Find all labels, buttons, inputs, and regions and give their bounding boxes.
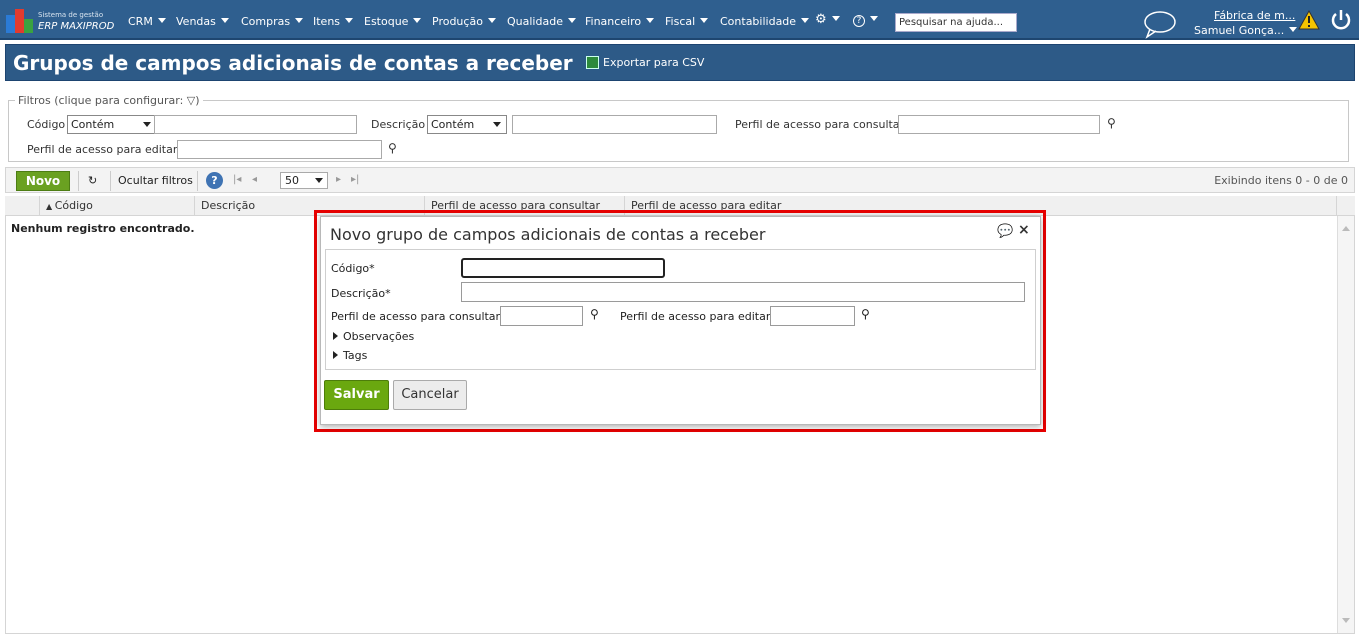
filter-perfil-editar-label: Perfil de acesso para editar (27, 143, 178, 156)
filter-descricao-input[interactable] (512, 115, 717, 134)
display-info: Exibindo itens 0 - 0 de 0 (1214, 174, 1348, 187)
caret-down-icon (413, 18, 422, 23)
menu-crm[interactable]: CRM (128, 15, 166, 28)
first-page-icon[interactable]: |◂ (233, 174, 241, 185)
refresh-icon[interactable]: ↻ (88, 174, 97, 187)
filter-codigo-label: Código (27, 118, 66, 131)
menu-settings[interactable]: ⚙ (815, 12, 840, 27)
caret-down-icon (646, 18, 655, 23)
previous-page-icon[interactable]: ◂ (252, 174, 257, 185)
caret-right-icon (333, 351, 338, 359)
observacoes-toggle[interactable]: Observações (333, 330, 414, 343)
search-icon[interactable]: ⚲ (861, 307, 870, 321)
menu-producao[interactable]: Produção (432, 15, 496, 28)
caret-down-icon (487, 18, 496, 23)
caret-down-icon (1289, 27, 1298, 32)
search-icon[interactable]: ⚲ (388, 141, 397, 155)
page-title-bar: Grupos de campos adicionais de contas a … (5, 44, 1355, 81)
menu-contabilidade[interactable]: Contabilidade (720, 15, 810, 28)
export-csv-button[interactable]: Exportar para CSV (586, 56, 704, 69)
last-page-icon[interactable]: ▸| (351, 174, 359, 185)
help-circle-icon: ? (853, 15, 865, 27)
app-window: Sistema de gestão ERP MAXIPROD CRM Venda… (0, 0, 1359, 641)
filters-legend[interactable]: Filtros (clique para configurar: ▽) (15, 94, 203, 107)
perfil-consultar-input[interactable] (500, 306, 583, 326)
caret-down-icon (295, 18, 304, 23)
spreadsheet-icon (586, 56, 599, 69)
cancel-button[interactable]: Cancelar (393, 380, 467, 410)
caret-down-icon (157, 18, 166, 23)
descricao-label: Descrição* (331, 287, 391, 300)
brand-name: ERP MAXIPROD (38, 21, 115, 32)
menu-vendas[interactable]: Vendas (176, 15, 229, 28)
company-link[interactable]: Fábrica de m... (1214, 9, 1295, 22)
descricao-input[interactable] (461, 282, 1025, 302)
perfil-consultar-label: Perfil de acesso para consultar (331, 310, 501, 323)
chevron-down-icon (493, 122, 501, 127)
next-page-icon[interactable]: ▸ (336, 174, 341, 185)
page-size-select[interactable]: 50 (280, 172, 328, 189)
help-search-input[interactable]: Pesquisar na ajuda... (895, 13, 1017, 32)
filter-funnel-icon: ▽ (186, 94, 196, 107)
codigo-input[interactable] (461, 258, 665, 278)
menu-fiscal[interactable]: Fiscal (665, 15, 709, 28)
menu-itens[interactable]: Itens (313, 15, 354, 28)
filter-perfil-consultar-input[interactable] (898, 115, 1100, 134)
save-button[interactable]: Salvar (324, 380, 389, 410)
filter-perfil-consultar-label: Perfil de acesso para consultar (735, 118, 905, 131)
page-title: Grupos de campos adicionais de contas a … (13, 51, 573, 75)
dialog-form: Código* Descrição* Perfil de acesso para… (325, 249, 1036, 370)
filters-panel: Filtros (clique para configurar: ▽) Códi… (8, 94, 1349, 162)
filter-descricao-mode-select[interactable]: Contém (427, 115, 507, 134)
new-button[interactable]: Novo (16, 171, 70, 191)
caret-down-icon (567, 18, 576, 23)
filter-descricao-label: Descrição (371, 118, 426, 131)
search-icon[interactable]: ⚲ (590, 307, 599, 321)
dialog-title: Novo grupo de campos adicionais de conta… (330, 225, 766, 244)
top-nav-bar: Sistema de gestão ERP MAXIPROD CRM Venda… (0, 0, 1359, 40)
help-icon[interactable]: ? (206, 172, 223, 189)
caret-right-icon (333, 332, 338, 340)
chat-bubble-icon[interactable] (1142, 9, 1178, 39)
hide-filters-button[interactable]: Ocultar filtros (118, 174, 193, 187)
toolbar-divider (197, 171, 198, 191)
filter-codigo-input[interactable] (154, 115, 357, 134)
menu-help[interactable]: ? (853, 13, 878, 27)
close-icon[interactable]: × (1018, 222, 1030, 238)
filter-codigo-mode-select[interactable]: Contém (67, 115, 157, 134)
caret-down-icon (831, 16, 840, 21)
power-icon[interactable] (1330, 8, 1352, 32)
menu-compras[interactable]: Compras (241, 15, 304, 28)
chat-bubble-icon[interactable]: 💬 (997, 224, 1013, 239)
codigo-label: Código* (331, 262, 375, 275)
brand-subtitle: Sistema de gestão (38, 11, 104, 19)
perfil-editar-input[interactable] (770, 306, 855, 326)
caret-down-icon (801, 18, 810, 23)
menu-financeiro[interactable]: Financeiro (585, 15, 655, 28)
new-group-dialog: Novo grupo de campos adicionais de conta… (320, 216, 1041, 425)
menu-estoque[interactable]: Estoque (364, 15, 422, 28)
menu-qualidade[interactable]: Qualidade (507, 15, 576, 28)
chevron-down-icon (315, 178, 323, 183)
user-menu[interactable]: Samuel Gonça... (1194, 24, 1298, 37)
warning-icon[interactable] (1298, 10, 1320, 30)
chevron-down-icon (143, 122, 151, 127)
perfil-editar-label: Perfil de acesso para editar (620, 310, 771, 323)
gear-icon: ⚙ (815, 12, 827, 27)
caret-down-icon (220, 18, 229, 23)
toolbar-divider (110, 171, 111, 191)
caret-down-icon (700, 18, 709, 23)
caret-down-icon (870, 16, 878, 21)
search-icon[interactable]: ⚲ (1107, 116, 1116, 130)
filter-perfil-editar-input[interactable] (177, 140, 382, 159)
tags-toggle[interactable]: Tags (333, 349, 367, 362)
grid-toolbar: Novo ↻ Ocultar filtros ? |◂ ◂ 50 ▸ ▸| Ex… (5, 167, 1355, 193)
toolbar-divider (78, 171, 79, 191)
caret-down-icon (345, 18, 354, 23)
maxiprod-logo[interactable] (6, 9, 33, 33)
